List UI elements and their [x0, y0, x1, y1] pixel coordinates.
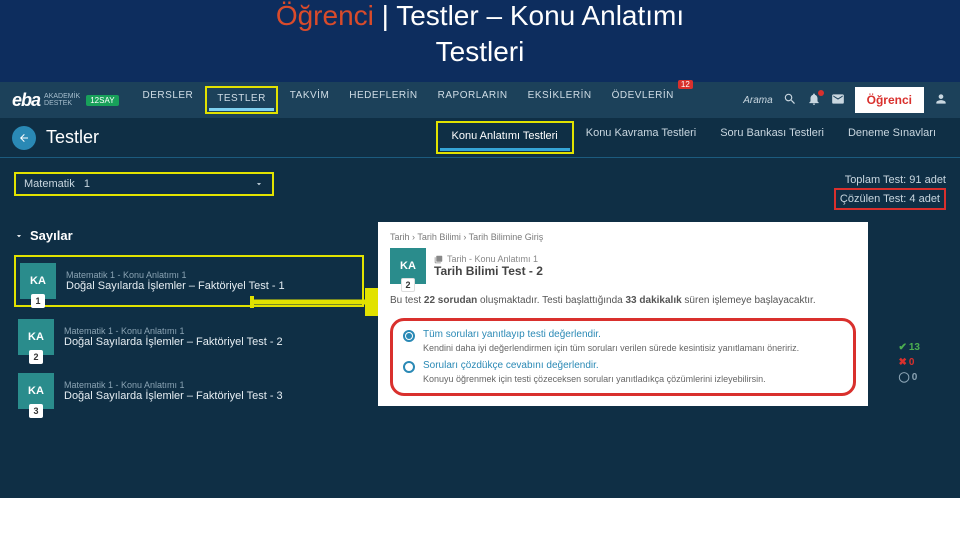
sub-nav: Konu Anlatımı Testleri Konu Kavrama Test… — [436, 121, 948, 154]
stat-empty: 0 — [912, 372, 918, 383]
logo-badge: 12SAY — [86, 95, 118, 106]
test-list-column: Sayılar KA1 Matematik 1 - Konu Anlatımı … — [14, 222, 364, 415]
solved-tests: Çözülen Test: 4 adet — [834, 188, 946, 210]
back-button[interactable] — [12, 126, 36, 150]
ka-tile: KA3 — [18, 373, 54, 409]
filter-row: Matematik 1 Toplam Test: 91 adet Çözülen… — [0, 158, 960, 218]
slide-title-accent: Öğrenci — [276, 0, 374, 31]
stat-correct: 13 — [909, 342, 920, 353]
subject-label: Matematik — [24, 178, 75, 190]
option-desc: Kendini daha iyi değerlendirmen için tüm… — [423, 342, 799, 354]
options-box: Tüm soruları yanıtlayıp testi değerlendi… — [390, 318, 856, 396]
test-meta: Matematik 1 - Konu Anlatımı 1 — [66, 270, 285, 280]
page-title: Testler — [46, 127, 99, 148]
message-icon[interactable] — [831, 92, 845, 109]
slide-title-line2: Testleri — [0, 36, 960, 68]
slide-title-sep: | — [382, 0, 389, 31]
test-meta: Matematik 1 - Konu Anlatımı 1 — [64, 326, 283, 336]
app-header: eba AKADEMİK DESTEK 12SAY DERSLER TESTLE… — [0, 82, 960, 118]
role-button[interactable]: Öğrenci — [855, 87, 924, 113]
topic-name: Sayılar — [30, 228, 73, 243]
bell-dot-icon — [818, 90, 824, 96]
top-nav: DERSLER TESTLER TAKVİM HEDEFLERİN RAPORL… — [135, 86, 697, 114]
test-detail-panel: Tarih › Tarih Bilimi › Tarih Bilimine Gi… — [378, 222, 868, 406]
test-totals: Toplam Test: 91 adet Çözülen Test: 4 ade… — [834, 172, 946, 210]
panel-sub: Tarih - Konu Anlatımı 1 — [434, 254, 543, 264]
main-content: Sayılar KA1 Matematik 1 - Konu Anlatımı … — [0, 218, 960, 498]
panel-description: Bu test 22 sorudan oluşmaktadır. Testi b… — [390, 294, 856, 308]
circle-icon: ◯ — [898, 372, 909, 383]
stat-wrong: 0 — [909, 357, 915, 368]
nav-takvim[interactable]: TAKVİM — [282, 86, 337, 114]
nav-testler[interactable]: TESTLER — [209, 89, 274, 111]
check-icon: ✔ — [898, 342, 906, 353]
nav-raporlarin[interactable]: RAPORLARIN — [430, 86, 516, 114]
subheader: Testler Konu Anlatımı Testleri Konu Kavr… — [0, 118, 960, 158]
test-item[interactable]: KA3 Matematik 1 - Konu Anlatımı 1 Doğal … — [14, 367, 364, 415]
panel-head: KA 2 Tarih - Konu Anlatımı 1 Tarih Bilim… — [390, 248, 856, 284]
option-2[interactable]: Soruları çözdükçe cevabını değerlendir. … — [403, 360, 843, 385]
tab-soru-bankasi[interactable]: Soru Bankası Testleri — [708, 121, 836, 154]
total-tests: Toplam Test: 91 adet — [834, 172, 946, 188]
book-icon — [434, 255, 443, 264]
slide-title-rest: Testler – Konu Anlatımı — [396, 0, 684, 31]
tab-deneme[interactable]: Deneme Sınavları — [836, 121, 948, 154]
logo[interactable]: eba AKADEMİK DESTEK 12SAY — [12, 90, 119, 111]
header-right: Arama Öğrenci — [743, 87, 948, 113]
subject-count: 1 — [84, 178, 90, 190]
nav-hedeflerin[interactable]: HEDEFLERİN — [341, 86, 425, 114]
ka-tile: KA2 — [18, 319, 54, 355]
option-desc: Konuyu öğrenmek için testi çözeceksen so… — [423, 373, 766, 385]
ka-tile: KA1 — [20, 263, 56, 299]
search-label: Arama — [743, 95, 772, 106]
ka-tile: KA 2 — [390, 248, 426, 284]
topic-header[interactable]: Sayılar — [14, 222, 364, 249]
score-stats: ✔13 ✖0 ◯0 — [898, 342, 920, 383]
test-meta: Matematik 1 - Konu Anlatımı 1 — [64, 380, 283, 390]
odev-badge: 12 — [678, 80, 693, 89]
nav-odevlerin[interactable]: ÖDEVLERİN — [604, 86, 682, 105]
nav-eksiklerin[interactable]: EKSİKLERİN — [520, 86, 600, 114]
x-icon: ✖ — [898, 357, 906, 368]
breadcrumb: Tarih › Tarih Bilimi › Tarih Bilimine Gi… — [390, 232, 856, 242]
test-title: Doğal Sayılarda İşlemler – Faktöriyel Te… — [64, 390, 283, 402]
slide-title: Öğrenci | Testler – Konu Anlatımı Testle… — [0, 0, 960, 82]
subject-select[interactable]: Matematik 1 — [14, 172, 274, 196]
nav-highlight-box: TESTLER — [205, 86, 278, 114]
option-title: Soruları çözdükçe cevabını değerlendir. — [423, 360, 766, 371]
option-title: Tüm soruları yanıtlayıp testi değerlendi… — [423, 329, 799, 340]
panel-title: Tarih Bilimi Test - 2 — [434, 264, 543, 278]
nav-dersler[interactable]: DERSLER — [135, 86, 202, 114]
logo-sub: AKADEMİK DESTEK — [44, 93, 80, 107]
option-1[interactable]: Tüm soruları yanıtlayıp testi değerlendi… — [403, 329, 843, 354]
bell-icon[interactable] — [807, 92, 821, 109]
test-title: Doğal Sayılarda İşlemler – Faktöriyel Te… — [64, 336, 283, 348]
test-item[interactable]: KA2 Matematik 1 - Konu Anlatımı 1 Doğal … — [14, 313, 364, 361]
logo-text: eba — [12, 90, 40, 111]
search-icon[interactable] — [783, 92, 797, 109]
tab-konu-kavrama[interactable]: Konu Kavrama Testleri — [574, 121, 708, 154]
chevron-down-icon — [14, 231, 24, 241]
test-list: KA1 Matematik 1 - Konu Anlatımı 1 Doğal … — [14, 255, 364, 415]
subnav-highlight-box: Konu Anlatımı Testleri — [436, 121, 574, 154]
radio-icon[interactable] — [403, 361, 415, 373]
tab-konu-anlatimi[interactable]: Konu Anlatımı Testleri — [440, 124, 570, 151]
user-icon[interactable] — [934, 92, 948, 109]
chevron-down-icon — [254, 179, 264, 189]
radio-icon[interactable] — [403, 330, 415, 342]
arrow-left-icon — [18, 132, 30, 144]
